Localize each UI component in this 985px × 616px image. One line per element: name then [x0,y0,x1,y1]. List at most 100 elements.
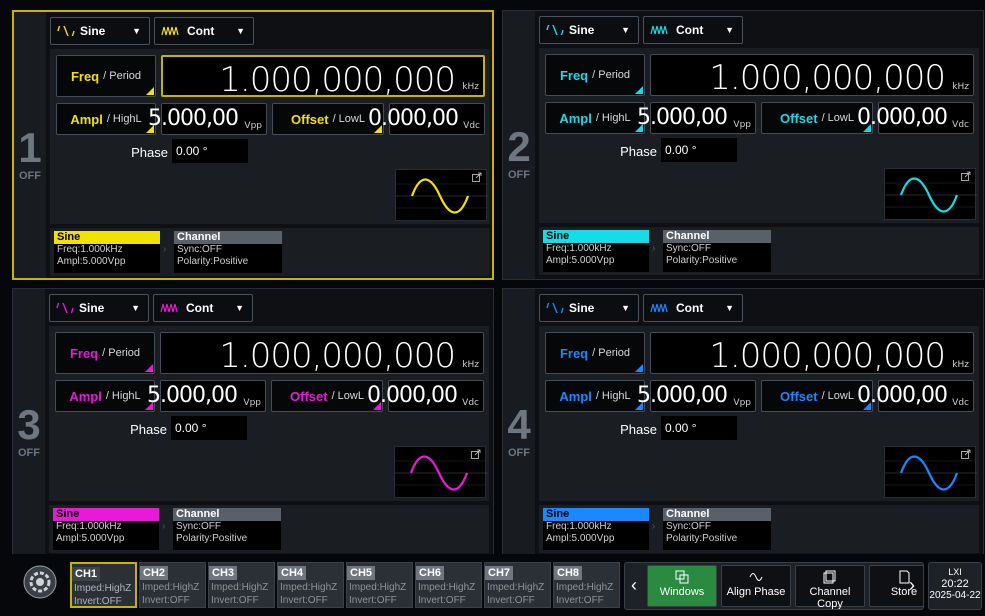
ampl-value: 5.000,00 [637,105,728,130]
channel-panel-3[interactable]: 3 OFF Sine ▼ Cont ▼ Freq / Period 1.000,… [12,288,494,558]
phase-value-field[interactable]: 0.00 ° [661,416,737,440]
ampl-label: Ampl [69,388,102,404]
mode-dropdown[interactable]: Cont ▼ [154,17,254,45]
mode-dropdown[interactable]: Cont ▼ [643,16,743,44]
freq-value-field[interactable]: 1.000,000,000 kHz [161,55,485,100]
waveform-preview[interactable] [394,446,487,498]
offset-value-field[interactable]: 0.000,00 Vdc [857,380,974,412]
mode-label: Cont [676,23,704,37]
channel-number: 3 [17,401,41,448]
offset-value-field[interactable]: 0.000,00 Vdc [857,102,974,134]
freq-period-button[interactable]: Freq / Period [56,55,156,97]
channel-tab-1[interactable]: CH1 Imped:HighZ Invert:OFF [70,562,137,608]
offset-value-field[interactable]: 0.000,00 Vdc [367,380,484,412]
waveform-summary-card[interactable]: Sine Freq:1.000kHz Ampl:5.000Vpp [543,508,649,550]
chevron-down-icon: ▼ [725,25,734,35]
chevron-down-icon: ▼ [621,303,630,313]
freq-value-field[interactable]: 1.000,000,000 kHz [160,332,484,376]
align-phase-button[interactable]: Align Phase [721,565,791,607]
scroll-right-icon[interactable]: › [909,575,915,596]
channel-tab-5[interactable]: CH5 Imped:HighZ Invert:OFF [346,562,413,608]
channel-summary-card[interactable]: Channel Sync:OFF Polarity:Positive [663,508,771,550]
waveform-preview[interactable] [884,168,977,220]
ampl-value-field[interactable]: 5.000,00 Vpp [148,103,267,135]
offset-value: 0.000,00 [368,106,459,131]
ampl-highl-button[interactable]: Ampl / HighL [545,380,645,412]
ampl-value-field[interactable]: 5.000,00 Vpp [147,380,266,412]
freq-unit: kHz [952,360,969,370]
channel-side-strip[interactable]: 4 OFF [503,289,535,557]
waveform-summary-card[interactable]: Sine Freq:1.000kHz Ampl:5.000Vpp [543,230,649,272]
waveform-dropdown[interactable]: Sine ▼ [539,16,639,44]
popout-icon[interactable] [472,172,482,182]
lowl-label: / LowL [331,390,364,402]
phase-value-field[interactable]: 0.00 ° [171,416,247,440]
channel-tab-name: CH7 [485,566,514,580]
freq-label: Freq [559,67,589,83]
freq-value-field[interactable]: 1.000,000,000 kHz [650,54,974,98]
waveform-dropdown[interactable]: Sine ▼ [50,17,150,45]
highl-label: / HighL [595,112,631,124]
channel-tabs: CH1 Imped:HighZ Invert:OFF CH2 Imped:Hig… [70,562,620,608]
scroll-left-icon[interactable]: ‹ [631,575,637,596]
channel-tab-name: CH6 [416,566,445,580]
chevron-right-icon: › [162,521,166,532]
channel-side-strip[interactable]: 3 OFF [13,289,45,557]
mode-dropdown[interactable]: Cont ▼ [643,294,743,322]
settings-gear-icon[interactable] [22,564,58,600]
freq-value: 1.000,000,000 [709,58,946,98]
channel-tab-8[interactable]: CH8 Imped:HighZ Invert:OFF [553,562,620,608]
channel-tab-3[interactable]: CH3 Imped:HighZ Invert:OFF [208,562,275,608]
summary-bar: Sine Freq:1.000kHz Ampl:5.000Vpp › Chann… [49,505,489,553]
continuous-wave-icon [160,303,178,313]
ampl-value: 5.000,00 [147,383,238,408]
channel-panel-2[interactable]: 2 OFF Sine ▼ Cont ▼ Freq / Period 1.000,… [502,10,984,280]
sine-wave-icon [546,303,564,313]
channel-side-strip[interactable]: 1 OFF [14,12,46,278]
popout-icon[interactable] [961,449,971,459]
corner-marker-icon [635,364,643,372]
waveform-dropdown[interactable]: Sine ▼ [49,294,149,322]
channel-summary-card[interactable]: Channel Sync:OFF Polarity:Positive [174,231,282,273]
ampl-unit: Vpp [733,398,751,408]
ampl-value-field[interactable]: 5.000,00 Vpp [637,380,756,412]
waveform-summary-card[interactable]: Sine Freq:1.000kHz Ampl:5.000Vpp [54,231,160,273]
waveform-preview[interactable] [884,446,977,498]
windows-button[interactable]: Windows [647,565,717,607]
channel-tab-6[interactable]: CH6 Imped:HighZ Invert:OFF [415,562,482,608]
ampl-value-field[interactable]: 5.000,00 Vpp [637,102,756,134]
freq-period-button[interactable]: Freq / Period [55,332,155,374]
channel-tab-7[interactable]: CH7 Imped:HighZ Invert:OFF [484,562,551,608]
ampl-highl-button[interactable]: Ampl / HighL [545,102,645,134]
channel-panel-4[interactable]: 4 OFF Sine ▼ Cont ▼ Freq / Period 1.000,… [502,288,984,558]
phase-value-field[interactable]: 0.00 ° [661,138,737,162]
channel-panel-1[interactable]: 1 OFF Sine ▼ Cont ▼ Freq / Period 1.000,… [12,10,494,280]
channel-summary-card[interactable]: Channel Sync:OFF Polarity:Positive [173,508,281,550]
channel-tab-2[interactable]: CH2 Imped:HighZ Invert:OFF [139,562,206,608]
phase-value-field[interactable]: 0.00 ° [172,139,248,163]
freq-period-button[interactable]: Freq / Period [545,332,645,374]
popout-icon[interactable] [961,171,971,181]
waveform-preview[interactable] [395,169,488,221]
popout-icon[interactable] [471,449,481,459]
waveform-dropdown[interactable]: Sine ▼ [539,294,639,322]
channel-summary-card[interactable]: Channel Sync:OFF Polarity:Positive [663,230,771,272]
channel-copy-button[interactable]: Channel Copy [795,565,865,609]
waveform-summary-card[interactable]: Sine Freq:1.000kHz Ampl:5.000Vpp [53,508,159,550]
corner-marker-icon [635,86,643,94]
waveform-bar: Sine ▼ Cont ▼ [539,16,743,46]
ampl-highl-button[interactable]: Ampl / HighL [56,103,156,135]
ampl-highl-button[interactable]: Ampl / HighL [55,380,155,412]
channel-tab-name: CH3 [209,566,238,580]
freq-period-button[interactable]: Freq / Period [545,54,645,96]
mode-dropdown[interactable]: Cont ▼ [153,294,253,322]
channel-tab-imped: Imped:HighZ [349,582,407,593]
freq-value: 1.000,000,000 [219,336,456,376]
summary-title: Sine [543,230,649,243]
store-button[interactable]: Store [869,565,923,607]
phase-label: Phase [620,422,657,437]
freq-value-field[interactable]: 1.000,000,000 kHz [650,332,974,376]
offset-value-field[interactable]: 0.000,00 Vdc [368,103,485,135]
channel-side-strip[interactable]: 2 OFF [503,11,535,279]
channel-tab-4[interactable]: CH4 Imped:HighZ Invert:OFF [277,562,344,608]
